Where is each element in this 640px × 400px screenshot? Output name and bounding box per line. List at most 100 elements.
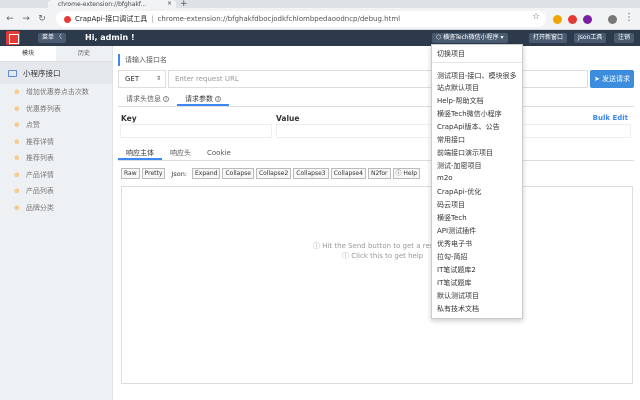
sidebar-item-label: 产品详情 bbox=[25, 170, 54, 179]
sidebar-item[interactable]: ⊕ 推荐列表 bbox=[0, 150, 112, 167]
dropdown-item[interactable]: 横竖Tech微信小程序 bbox=[437, 109, 502, 119]
api-icon: ⊕ bbox=[14, 187, 20, 196]
bulk-edit-link[interactable]: Bulk Edit bbox=[593, 114, 628, 122]
dropdown-item[interactable]: 前端接口演示项目 bbox=[437, 148, 493, 158]
tab-request-params[interactable]: 请求参数? bbox=[177, 92, 229, 106]
project-select-button[interactable]: ⬡ 横竖Tech微信小程序 ▾ bbox=[432, 33, 508, 43]
logout-button[interactable]: 注销 bbox=[614, 33, 635, 43]
collapse4-button[interactable]: Collapse4 bbox=[330, 168, 366, 179]
extension-icon[interactable] bbox=[583, 15, 592, 24]
tab-response-body[interactable]: 响应主体 bbox=[118, 146, 162, 160]
expand-button[interactable]: Expand bbox=[192, 168, 221, 179]
sidebar-item[interactable]: ⊕ 产品详情 bbox=[0, 167, 112, 184]
request-url-input[interactable]: Enter request URL bbox=[168, 70, 588, 88]
browser-menu-icon[interactable]: ⋮ bbox=[624, 12, 634, 23]
param-key-input[interactable] bbox=[120, 124, 272, 138]
sidebar-item[interactable]: ⊕ 优惠券列表 bbox=[0, 101, 112, 118]
sidebar: 模块 历史 小程序接口 ⊕ 增加优惠券点击次数 ⊕ 优惠券列表 ⊕ 点赞 ⊕ 推荐详情 … bbox=[0, 46, 113, 400]
api-icon: ⊕ bbox=[14, 154, 20, 163]
browser-toolbar: ← → ↻ CrapApi-接口调试工具 | chrome-extension:… bbox=[0, 8, 640, 30]
reload-icon[interactable]: ↻ bbox=[36, 13, 48, 25]
key-header: Key bbox=[121, 114, 137, 123]
dropdown-item[interactable]: 拉勾-简招 bbox=[437, 252, 468, 262]
sidebar-item-label: 优惠券列表 bbox=[25, 104, 61, 113]
tab-modules[interactable]: 模块 bbox=[0, 46, 56, 61]
response-body: ⓘ Hit the Send button to get a respo ⓘ C… bbox=[121, 186, 633, 384]
dropdown-item[interactable]: 默认测试项目 bbox=[437, 291, 479, 301]
dropdown-item[interactable]: IT笔试题库2 bbox=[437, 265, 476, 275]
browser-tab[interactable]: chrome-extension://bfghakf... × bbox=[48, 0, 176, 8]
method-select[interactable]: GET ⇕ bbox=[118, 70, 166, 88]
bookmark-star-icon[interactable]: ☆ bbox=[532, 12, 540, 22]
sidebar-item-label: 产品列表 bbox=[25, 187, 54, 196]
profile-avatar-icon[interactable] bbox=[608, 15, 617, 24]
collapse3-button[interactable]: Collapse3 bbox=[293, 168, 329, 179]
sidebar-item[interactable]: ⊕ 推荐详情 bbox=[0, 134, 112, 151]
pretty-button[interactable]: Pretty bbox=[141, 168, 166, 179]
forward-icon[interactable]: → bbox=[20, 13, 32, 25]
dropdown-item[interactable]: 私有技术文档 bbox=[437, 304, 479, 314]
menu-toggle-button[interactable]: 菜单 〈 bbox=[38, 33, 66, 43]
send-hint: ⓘ Hit the Send button to get a respo bbox=[313, 242, 443, 250]
dropdown-item[interactable]: IT笔试题库 bbox=[437, 278, 471, 288]
dropdown-item[interactable]: CrapApi版本、公告 bbox=[437, 122, 500, 132]
app-logo-icon bbox=[6, 31, 20, 45]
url-text: chrome-extension://bfghakfdbocjodkfchlom… bbox=[157, 15, 401, 23]
tab-cookie[interactable]: Cookie bbox=[199, 146, 239, 160]
dropdown-item[interactable]: 码云项目 bbox=[437, 200, 465, 210]
json-label: Json: bbox=[171, 169, 188, 178]
sidebar-item[interactable]: ⊕ 增加优惠券点击次数 bbox=[0, 84, 112, 101]
folder-icon bbox=[8, 69, 17, 77]
tab-response-headers[interactable]: 响应头 bbox=[162, 146, 199, 160]
address-bar[interactable]: CrapApi-接口调试工具 | chrome-extension://bfgh… bbox=[56, 11, 546, 27]
tab-request-headers[interactable]: 请求头信息? bbox=[118, 92, 177, 106]
sidebar-item[interactable]: ⊕ 点赞 bbox=[0, 117, 112, 134]
help-icon: ? bbox=[163, 96, 169, 102]
raw-button[interactable]: Raw bbox=[121, 168, 140, 179]
dropdown-item[interactable]: 测试项目-接口、模块很多 bbox=[437, 71, 517, 81]
dropdown-item[interactable]: CrapApi-优化 bbox=[437, 187, 481, 197]
tab-history[interactable]: 历史 bbox=[56, 46, 112, 61]
main-panel: 请输入接口名 GET ⇕ Enter request URL ➤ 发送请求 请求… bbox=[113, 46, 640, 400]
url-separator: | bbox=[151, 15, 154, 23]
api-icon: ⊕ bbox=[14, 121, 20, 130]
dropdown-item[interactable]: 常用接口 bbox=[437, 135, 465, 145]
sidebar-item[interactable]: ⊕ 产品列表 bbox=[0, 183, 112, 200]
dropdown-item[interactable]: 测试-加密项目 bbox=[437, 161, 482, 171]
api-name-input[interactable]: 请输入接口名 bbox=[118, 54, 167, 66]
help-icon: ? bbox=[215, 96, 221, 102]
dropdown-divider bbox=[432, 62, 522, 63]
select-caret-icon: ⇕ bbox=[155, 75, 161, 82]
help-hint-link[interactable]: ⓘ Click this to get help bbox=[342, 251, 423, 261]
dropdown-item[interactable]: m2o bbox=[437, 174, 453, 182]
json-tool-button[interactable]: Json工具 bbox=[574, 33, 607, 43]
response-tabs: 响应主体 响应头 Cookie bbox=[118, 146, 634, 161]
dropdown-item[interactable]: API测试插件 bbox=[437, 226, 476, 236]
dropdown-item[interactable]: 优秀电子书 bbox=[437, 239, 472, 249]
dropdown-item[interactable]: Help-帮助文档 bbox=[437, 96, 483, 106]
tab-label: 请求参数 bbox=[185, 95, 213, 103]
sidebar-group[interactable]: 小程序接口 bbox=[0, 62, 112, 84]
api-icon: ⊕ bbox=[14, 88, 20, 97]
open-new-window-button[interactable]: 打开新窗口 bbox=[529, 33, 568, 43]
value-header: Value bbox=[276, 114, 300, 123]
project-dropdown: 切换项目 测试项目-接口、模块很多 站点默认项目 Help-帮助文档 横竖Tec… bbox=[431, 44, 523, 319]
close-icon[interactable]: × bbox=[167, 0, 172, 8]
send-request-button[interactable]: ➤ 发送请求 bbox=[590, 70, 634, 88]
dropdown-item[interactable]: 站点默认项目 bbox=[437, 83, 479, 93]
greeting-text: Hi, admin ! bbox=[85, 33, 135, 42]
back-icon[interactable]: ← bbox=[4, 13, 16, 25]
dropdown-item[interactable]: 横竖Tech bbox=[437, 213, 467, 223]
n2for-button[interactable]: N2for bbox=[367, 168, 391, 179]
api-icon: ⊕ bbox=[14, 104, 20, 113]
collapse2-button[interactable]: Collapse2 bbox=[255, 168, 292, 179]
extension-icon[interactable] bbox=[568, 15, 577, 24]
extension-icon[interactable] bbox=[553, 15, 562, 24]
sidebar-item-label: 推荐列表 bbox=[25, 154, 54, 163]
sidebar-item[interactable]: ⊕ 品牌分类 bbox=[0, 200, 112, 217]
collapse-button[interactable]: Collapse bbox=[222, 168, 254, 179]
params-table: Key Value Bulk Edit bbox=[118, 111, 634, 141]
api-icon: ⊕ bbox=[14, 170, 20, 179]
sidebar-tabs: 模块 历史 bbox=[0, 46, 112, 62]
help-button[interactable]: ⓘ Help bbox=[392, 168, 421, 179]
